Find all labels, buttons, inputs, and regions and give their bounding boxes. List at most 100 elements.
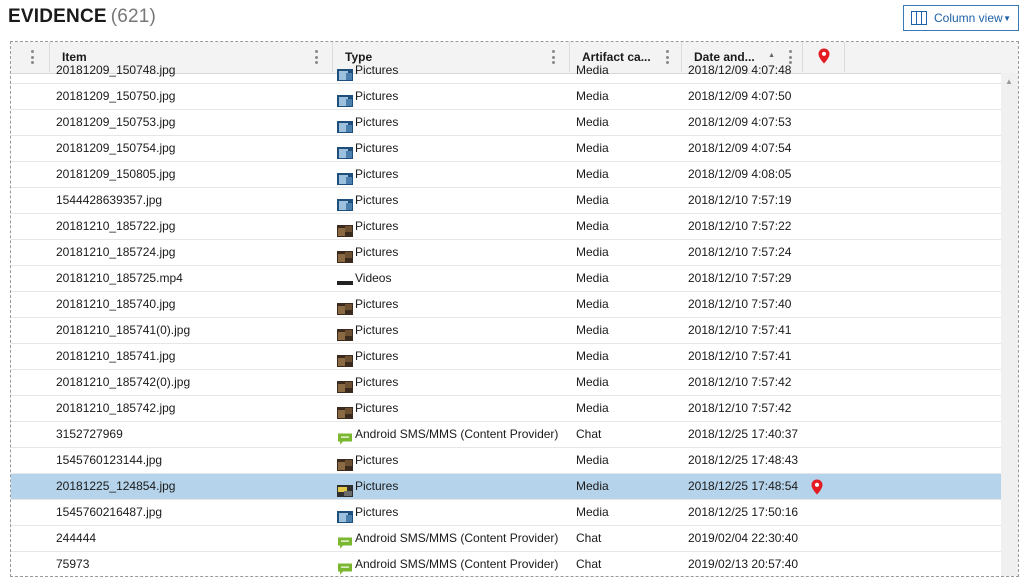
table-row[interactable]: 1545760123144.jpg Pictures Media 2018/12/25… [11, 448, 1001, 474]
date-cell: 2019/02/04 22:30:40 [688, 531, 799, 545]
columns-icon [911, 11, 927, 25]
table-row[interactable]: 1545760216487.jpg Pictures Media 2018/12/25… [11, 500, 1001, 526]
item-cell: 1545760123144.jpg [56, 453, 163, 467]
type-label: Pictures [355, 167, 399, 181]
item-cell: 1545760216487.jpg [56, 505, 163, 519]
date-cell: 2018/12/10 7:57:40 [688, 297, 792, 311]
date-cell: 2018/12/25 17:40:37 [688, 427, 799, 441]
artifact-category-cell: Media [576, 141, 609, 155]
pictures-brown-icon [337, 299, 353, 315]
date-cell: 2018/12/10 7:57:41 [688, 349, 792, 363]
type-label: Pictures [355, 401, 399, 415]
date-cell: 2018/12/10 7:57:42 [688, 401, 792, 415]
pictures-brown-icon [337, 351, 353, 367]
date-cell: 2018/12/10 7:57:24 [688, 245, 792, 259]
type-cell: Pictures [337, 110, 398, 135]
type-label: Pictures [355, 89, 399, 103]
table-row[interactable]: 20181209_150754.jpg Pictures Media 2018/12/… [11, 136, 1001, 162]
item-cell: 20181209_150754.jpg [56, 141, 176, 155]
table-row[interactable]: 20181209_150748.jpg Pictures Media 2018/12/… [11, 58, 1001, 84]
item-cell: 20181210_185725.mp4 [56, 271, 183, 285]
type-label: Pictures [355, 349, 399, 363]
type-cell: Pictures [337, 188, 398, 213]
type-cell: Pictures [337, 318, 398, 343]
type-label: Pictures [355, 453, 399, 467]
chat-icon [337, 533, 353, 548]
pictures-brown-icon [337, 325, 353, 341]
artifact-category-cell: Chat [576, 531, 602, 545]
type-cell: Pictures [337, 344, 398, 369]
artifact-category-cell: Media [576, 479, 609, 493]
type-label: Pictures [355, 115, 399, 129]
table-row[interactable]: 244444 Android SMS/MMS (Content Provider)… [11, 526, 1001, 552]
artifact-category-cell: Media [576, 453, 609, 467]
artifact-category-cell: Media [576, 115, 609, 129]
item-cell: 20181210_185741.jpg [56, 349, 176, 363]
item-cell: 20181210_185740.jpg [56, 297, 176, 311]
type-cell: Pictures [337, 58, 398, 83]
chat-icon [337, 559, 353, 574]
type-label: Videos [355, 271, 392, 285]
item-cell: 20181225_124854.jpg [56, 479, 176, 493]
date-cell: 2018/12/25 17:48:54 [688, 479, 799, 493]
type-label: Pictures [355, 375, 399, 389]
type-cell: Videos [337, 266, 391, 291]
type-label: Pictures [355, 323, 399, 337]
column-view-button[interactable]: Column view ▼ [903, 5, 1019, 31]
date-cell: 2019/02/13 20:57:40 [688, 557, 799, 571]
type-label: Android SMS/MMS (Content Provider) [355, 557, 559, 571]
table-row[interactable]: 20181209_150750.jpg Pictures Media 2018/12/… [11, 84, 1001, 110]
type-label: Pictures [355, 479, 399, 493]
type-cell: Android SMS/MMS (Content Provider) [337, 422, 558, 447]
table-row[interactable]: 20181210_185741.jpg Pictures Media 2018/12/… [11, 344, 1001, 370]
artifact-category-cell: Chat [576, 427, 602, 441]
pictures-blue-icon [337, 91, 353, 107]
table-row[interactable]: 20181210_185740.jpg Pictures Media 2018/12/… [11, 292, 1001, 318]
table-row[interactable]: 20181210_185742(0).jpg Pictures Media 2018/… [11, 370, 1001, 396]
evidence-grid: Item Type Artifact ca... Date and... ▲ 2… [10, 41, 1019, 577]
date-cell: 2018/12/09 4:07:54 [688, 141, 792, 155]
pictures-blue-icon [337, 195, 353, 211]
type-label: Android SMS/MMS (Content Provider) [355, 427, 559, 441]
type-cell: Pictures [337, 136, 398, 161]
table-row[interactable]: 20181225_124854.jpg Pictures Media 2018/12/… [11, 474, 1001, 500]
table-row[interactable]: 75973 Android SMS/MMS (Content Provider) C… [11, 552, 1001, 576]
table-row[interactable]: 1544428639357.jpg Pictures Media 2018/12/10… [11, 188, 1001, 214]
date-cell: 2018/12/10 7:57:41 [688, 323, 792, 337]
date-cell: 2018/12/25 17:48:43 [688, 453, 799, 467]
artifact-category-cell: Media [576, 167, 609, 181]
type-label: Android SMS/MMS (Content Provider) [355, 531, 559, 545]
table-row[interactable]: 20181210_185725.mp4 Videos Media 2018/12/10… [11, 266, 1001, 292]
table-row[interactable]: 20181209_150805.jpg Pictures Media 2018/12/… [11, 162, 1001, 188]
pictures-blue-icon [337, 65, 353, 81]
pictures-blue-icon [337, 507, 353, 523]
type-label: Pictures [355, 63, 399, 77]
table-row[interactable]: 20181210_185742.jpg Pictures Media 2018/12/… [11, 396, 1001, 422]
table-row[interactable]: 20181210_185724.jpg Pictures Media 2018/12/… [11, 240, 1001, 266]
date-cell: 2018/12/09 4:08:05 [688, 167, 792, 181]
pictures-blue-icon [337, 117, 353, 133]
artifact-category-cell: Chat [576, 557, 602, 571]
artifact-category-cell: Media [576, 505, 609, 519]
chat-icon [337, 429, 353, 444]
type-label: Pictures [355, 193, 399, 207]
type-cell: Pictures [337, 370, 398, 395]
location-pin-icon[interactable] [811, 479, 823, 495]
videos-icon [337, 273, 353, 285]
artifact-category-cell: Media [576, 297, 609, 311]
table-row[interactable]: 20181209_150753.jpg Pictures Media 2018/12/… [11, 110, 1001, 136]
chevron-down-icon: ▼ [1003, 13, 1011, 23]
date-cell: 2018/12/25 17:50:16 [688, 505, 799, 519]
item-cell: 20181210_185722.jpg [56, 219, 176, 233]
item-cell: 20181209_150750.jpg [56, 89, 176, 103]
date-cell: 2018/12/09 4:07:50 [688, 89, 792, 103]
scroll-up-icon[interactable]: ▲ [1005, 77, 1013, 86]
type-cell: Pictures [337, 292, 398, 317]
table-row[interactable]: 3152727969 Android SMS/MMS (Content Provi… [11, 422, 1001, 448]
table-row[interactable]: 20181210_185722.jpg Pictures Media 2018/12/… [11, 214, 1001, 240]
type-cell: Pictures [337, 240, 398, 265]
vertical-scrollbar[interactable]: ▲ [1001, 73, 1018, 576]
table-row[interactable]: 20181210_185741(0).jpg Pictures Media 2018/… [11, 318, 1001, 344]
date-cell: 2018/12/09 4:07:48 [688, 63, 792, 77]
item-cell: 20181209_150805.jpg [56, 167, 176, 181]
